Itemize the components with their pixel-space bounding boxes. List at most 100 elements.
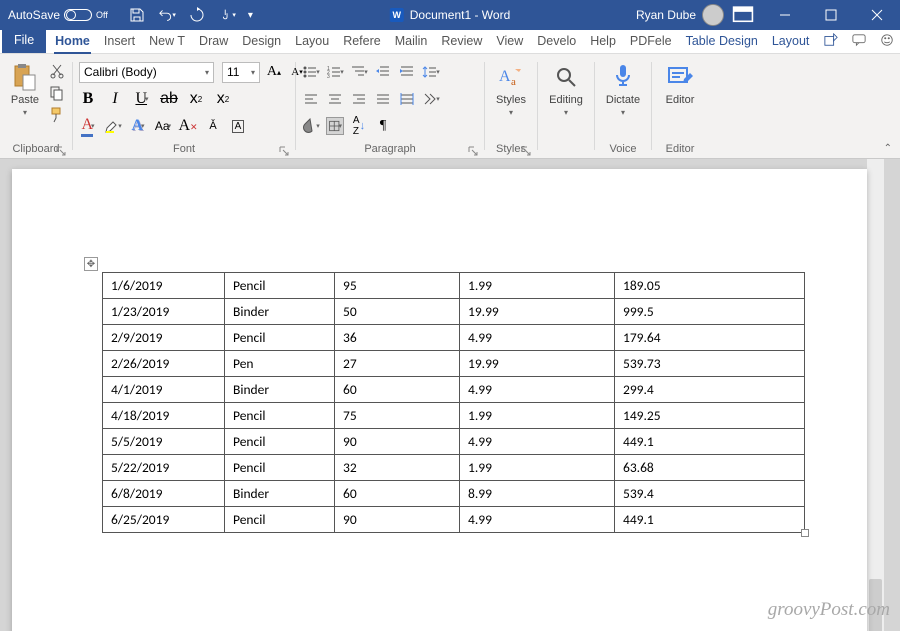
align-left-icon[interactable] bbox=[302, 90, 320, 108]
tab-design[interactable]: Design bbox=[235, 30, 288, 53]
table-row[interactable]: 4/1/2019Binder604.99299.4 bbox=[103, 377, 805, 403]
close-button[interactable] bbox=[854, 0, 900, 30]
table-cell[interactable]: 6/8/2019 bbox=[103, 481, 225, 507]
tab-pdfele[interactable]: PDFele bbox=[623, 30, 679, 53]
table-cell[interactable]: 999.5 bbox=[615, 299, 805, 325]
table-cell[interactable]: 36 bbox=[335, 325, 460, 351]
align-center-icon[interactable] bbox=[326, 90, 344, 108]
table-cell[interactable]: Pencil bbox=[225, 273, 335, 299]
line-spacing-icon[interactable]: ▾ bbox=[422, 63, 440, 81]
asian-layout-icon[interactable]: ▾ bbox=[422, 90, 440, 108]
highlight-icon[interactable]: ▾ bbox=[104, 117, 122, 135]
table-cell[interactable]: 50 bbox=[335, 299, 460, 325]
strikethrough-icon[interactable]: ab bbox=[160, 90, 178, 108]
table-cell[interactable]: 299.4 bbox=[615, 377, 805, 403]
subscript-icon[interactable]: x2 bbox=[187, 90, 205, 108]
share-icon[interactable] bbox=[824, 33, 838, 50]
paste-button[interactable]: Paste ▾ bbox=[6, 58, 44, 117]
editing-button[interactable]: Editing ▾ bbox=[544, 58, 588, 117]
shading-icon[interactable]: ▾ bbox=[302, 117, 320, 135]
font-name-combo[interactable]: Calibri (Body)▾ bbox=[79, 62, 214, 83]
dialog-launcher-icon[interactable] bbox=[468, 146, 478, 156]
font-size-combo[interactable]: 11▾ bbox=[222, 62, 260, 83]
distributed-icon[interactable] bbox=[398, 90, 416, 108]
align-right-icon[interactable] bbox=[350, 90, 368, 108]
table-cell[interactable]: 4/1/2019 bbox=[103, 377, 225, 403]
table-cell[interactable]: 539.73 bbox=[615, 351, 805, 377]
table-cell[interactable]: 4.99 bbox=[460, 429, 615, 455]
cut-icon[interactable] bbox=[48, 62, 66, 80]
table-cell[interactable]: 5/22/2019 bbox=[103, 455, 225, 481]
table-cell[interactable]: 449.1 bbox=[615, 507, 805, 533]
text-effects-icon[interactable]: A▾ bbox=[129, 117, 147, 135]
qat-overflow-icon[interactable]: ▾ bbox=[248, 10, 253, 21]
table-cell[interactable]: 4/18/2019 bbox=[103, 403, 225, 429]
table-cell[interactable]: 75 bbox=[335, 403, 460, 429]
maximize-button[interactable] bbox=[808, 0, 854, 30]
table-resize-handle[interactable] bbox=[801, 529, 809, 537]
vertical-scrollbar[interactable] bbox=[867, 159, 884, 631]
tab-layou[interactable]: Layou bbox=[288, 30, 336, 53]
table-cell[interactable]: Binder bbox=[225, 481, 335, 507]
table-cell[interactable]: 4.99 bbox=[460, 377, 615, 403]
data-table[interactable]: 1/6/2019Pencil951.99189.051/23/2019Binde… bbox=[102, 272, 805, 533]
tab-table-design[interactable]: Table Design bbox=[679, 30, 765, 53]
user-avatar[interactable] bbox=[702, 4, 724, 26]
table-cell[interactable]: 1.99 bbox=[460, 273, 615, 299]
table-cell[interactable]: 5/5/2019 bbox=[103, 429, 225, 455]
clear-formatting-icon[interactable]: A✕ bbox=[179, 117, 197, 135]
table-cell[interactable]: 4.99 bbox=[460, 507, 615, 533]
italic-icon[interactable]: I bbox=[106, 90, 124, 108]
table-cell[interactable]: 60 bbox=[335, 377, 460, 403]
table-row[interactable]: 4/18/2019Pencil751.99149.25 bbox=[103, 403, 805, 429]
table-row[interactable]: 2/26/2019Pen2719.99539.73 bbox=[103, 351, 805, 377]
tab-help[interactable]: Help bbox=[583, 30, 623, 53]
table-row[interactable]: 2/9/2019Pencil364.99179.64 bbox=[103, 325, 805, 351]
numbering-icon[interactable]: 123▾ bbox=[326, 63, 344, 81]
change-case-icon[interactable]: Aa▾ bbox=[154, 117, 172, 135]
table-cell[interactable]: 60 bbox=[335, 481, 460, 507]
ribbon-display-icon[interactable] bbox=[732, 4, 754, 26]
table-row[interactable]: 1/6/2019Pencil951.99189.05 bbox=[103, 273, 805, 299]
save-icon[interactable] bbox=[128, 6, 146, 24]
table-cell[interactable]: 1/23/2019 bbox=[103, 299, 225, 325]
grow-font-icon[interactable]: A▴ bbox=[265, 63, 283, 81]
tab-home[interactable]: Home bbox=[48, 30, 97, 53]
table-cell[interactable]: Pencil bbox=[225, 455, 335, 481]
table-cell[interactable]: 19.99 bbox=[460, 299, 615, 325]
sort-icon[interactable]: AZ↓ bbox=[350, 117, 368, 135]
table-cell[interactable]: 1.99 bbox=[460, 455, 615, 481]
table-cell[interactable]: Pencil bbox=[225, 507, 335, 533]
autosave-toggle[interactable]: AutoSave Off bbox=[8, 8, 108, 22]
editor-button[interactable]: Editor bbox=[658, 58, 702, 106]
tab-insert[interactable]: Insert bbox=[97, 30, 142, 53]
tab-develo[interactable]: Develo bbox=[530, 30, 583, 53]
table-cell[interactable]: Pen bbox=[225, 351, 335, 377]
undo-icon[interactable]: ▾ bbox=[158, 6, 176, 24]
table-cell[interactable]: 1/6/2019 bbox=[103, 273, 225, 299]
table-cell[interactable]: 1.99 bbox=[460, 403, 615, 429]
table-cell[interactable]: 19.99 bbox=[460, 351, 615, 377]
underline-icon[interactable]: U▾ bbox=[133, 90, 151, 108]
table-row[interactable]: 6/8/2019Binder608.99539.4 bbox=[103, 481, 805, 507]
table-cell[interactable]: 27 bbox=[335, 351, 460, 377]
table-cell[interactable]: 95 bbox=[335, 273, 460, 299]
table-row[interactable]: 5/5/2019Pencil904.99449.1 bbox=[103, 429, 805, 455]
table-cell[interactable]: 149.25 bbox=[615, 403, 805, 429]
table-cell[interactable]: 449.1 bbox=[615, 429, 805, 455]
superscript-icon[interactable]: x2 bbox=[214, 90, 232, 108]
minimize-button[interactable] bbox=[762, 0, 808, 30]
multilevel-icon[interactable]: ▾ bbox=[350, 63, 368, 81]
dialog-launcher-icon[interactable] bbox=[279, 146, 289, 156]
table-cell[interactable]: 2/9/2019 bbox=[103, 325, 225, 351]
table-cell[interactable]: Pencil bbox=[225, 325, 335, 351]
increase-indent-icon[interactable] bbox=[398, 63, 416, 81]
table-cell[interactable]: 189.05 bbox=[615, 273, 805, 299]
smile-feedback-icon[interactable] bbox=[880, 33, 894, 50]
table-cell[interactable]: 4.99 bbox=[460, 325, 615, 351]
copy-icon[interactable] bbox=[48, 84, 66, 102]
table-cell[interactable]: 90 bbox=[335, 507, 460, 533]
table-cell[interactable]: Binder bbox=[225, 377, 335, 403]
tab-refere[interactable]: Refere bbox=[336, 30, 388, 53]
char-border-icon[interactable]: A bbox=[229, 117, 247, 135]
